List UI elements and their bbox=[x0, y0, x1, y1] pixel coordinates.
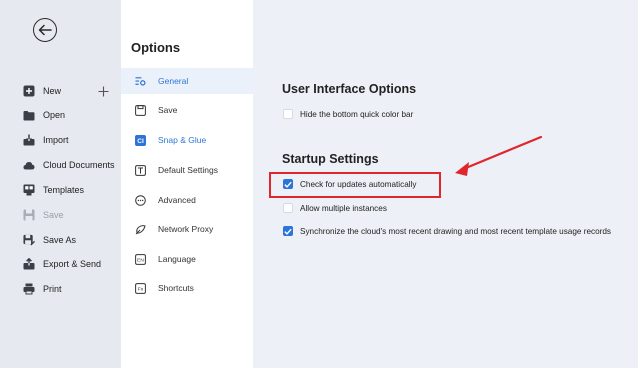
annotation-arrow-icon bbox=[455, 135, 543, 176]
options-window: New Open Import Cloud Documents Template… bbox=[0, 0, 638, 368]
